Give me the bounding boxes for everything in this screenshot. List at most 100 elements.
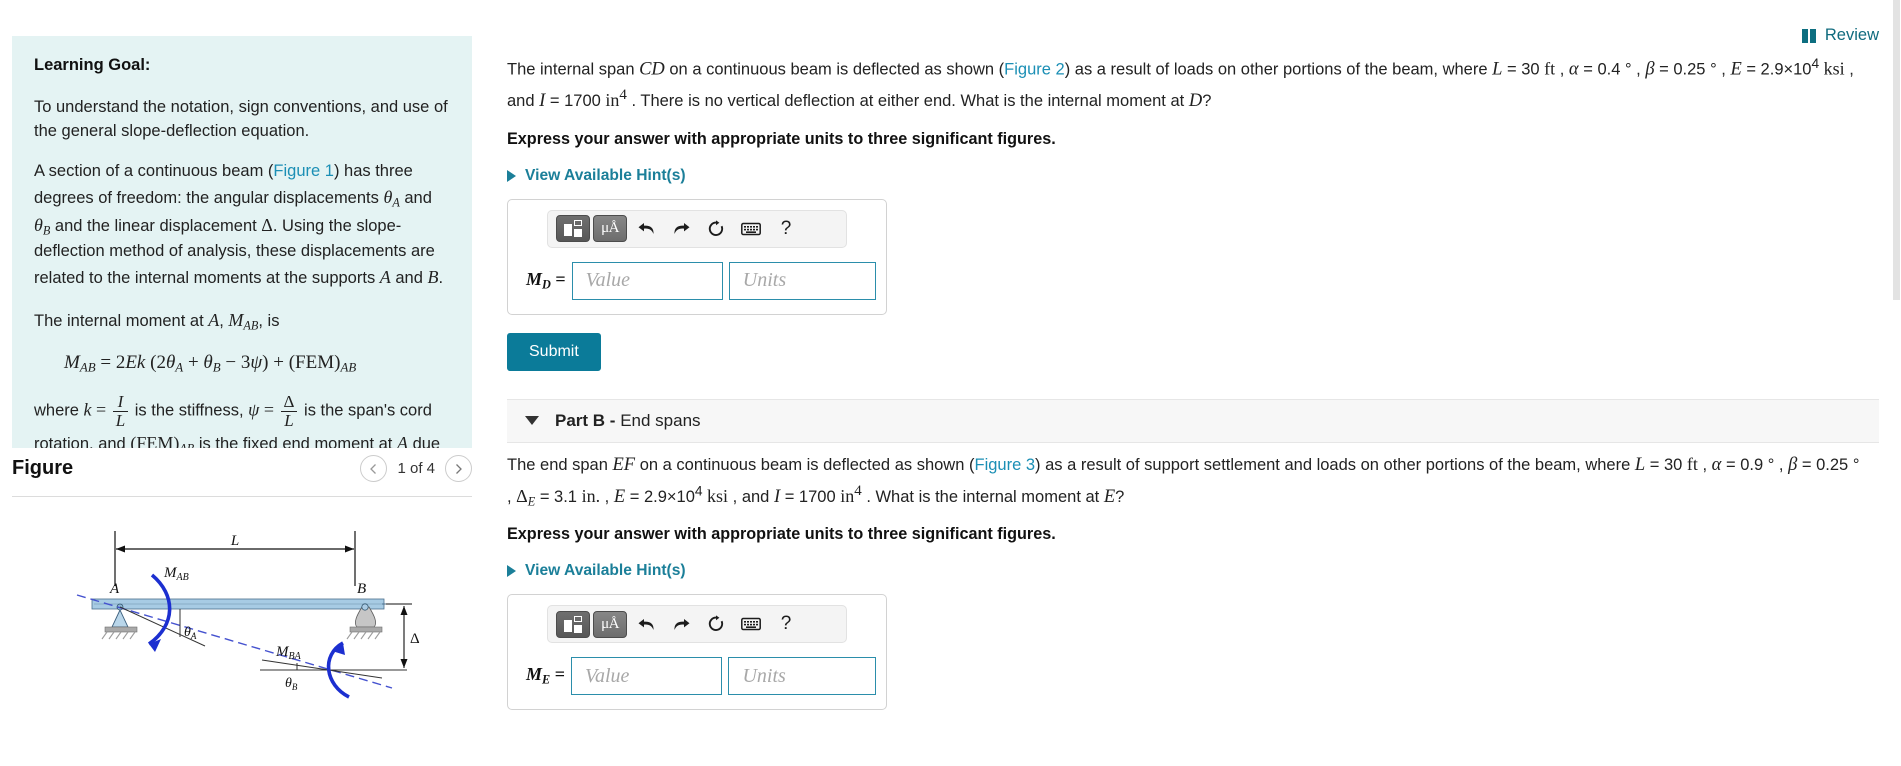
redo-icon[interactable] (665, 611, 697, 638)
figure-title: Figure (12, 457, 74, 479)
triangle-right-icon (507, 565, 516, 578)
figure-3-link[interactable]: Figure 3 (974, 456, 1035, 474)
learning-goal-paragraph-2: A section of a continuous beam (Figure 1… (34, 160, 450, 291)
text-frag: , (1631, 60, 1646, 79)
part-b-header[interactable]: Part B - End spans (507, 398, 1879, 443)
keyboard-icon[interactable] (735, 215, 767, 242)
text-frag: = 1700 (780, 487, 841, 506)
part-b-question-text: The end span EF on a continuous beam is … (507, 443, 1901, 511)
figure-next-button[interactable] (445, 455, 472, 482)
text-frag: is the stiffness, (130, 402, 249, 421)
part-b-hints-label: View Available Hint(s) (525, 562, 686, 580)
text-frag: ? (1202, 92, 1212, 111)
text-frag: A section of a continuous beam ( (34, 161, 274, 180)
svg-text:B: B (357, 581, 366, 597)
reset-icon[interactable] (700, 611, 732, 638)
figure-2-link[interactable]: Figure 2 (1004, 61, 1065, 79)
text-frag: , (507, 487, 517, 506)
figure-image-beam-diagram[interactable]: L A B θA θB MAB MBA Δ (12, 503, 472, 743)
reset-circular-arrow-icon (708, 615, 724, 632)
math-template-icon[interactable] (556, 610, 590, 638)
figure-block: Figure 1 of 4 L A B θA θB MAB MBA Δ (12, 455, 472, 743)
text-frag: The internal moment at (34, 311, 209, 330)
part-a-units-input[interactable]: Units (728, 261, 876, 300)
part-b-hints-toggle[interactable]: View Available Hint(s) (507, 562, 1901, 580)
text-frag: , (1555, 60, 1569, 79)
question-mark-glyph: ? (780, 613, 792, 635)
learning-goal-title: Learning Goal: (34, 56, 151, 74)
text-frag: The end span (507, 455, 613, 474)
text-frag: = 0.4 ° (1578, 60, 1632, 79)
part-a-value-input[interactable]: Value (571, 261, 723, 300)
help-question-icon[interactable]: ? (770, 611, 802, 638)
right-panel: Review The internal span CD on a continu… (481, 0, 1901, 766)
l-symbol: L (1634, 454, 1646, 475)
ft-unit: ft (1544, 58, 1556, 79)
redo-arrow-icon (673, 223, 689, 235)
review-link[interactable]: Review (501, 0, 1901, 45)
figure-1-link[interactable]: Figure 1 (273, 162, 334, 180)
point-a-symbol: A (208, 309, 220, 330)
text-frag: and (399, 188, 432, 207)
alpha-symbol: α (1711, 454, 1722, 475)
theta-b-symbol: θB (34, 214, 51, 238)
part-b-value-input[interactable]: Value (570, 657, 723, 696)
text-frag: The internal span (507, 60, 640, 79)
greek-units-icon[interactable]: μÅ (593, 610, 627, 638)
svg-text:A: A (109, 581, 120, 597)
figure-counter: 1 of 4 (397, 460, 435, 477)
part-a-hints-label: View Available Hint(s) (525, 166, 686, 184)
figure-prev-button[interactable] (360, 455, 388, 482)
in-unit: in4 (605, 87, 627, 111)
part-a-field-row: MD = Value Units (518, 261, 876, 300)
delta-e-symbol: ΔE (516, 485, 536, 508)
part-a-submit-button[interactable]: Submit (507, 332, 601, 371)
page-scroll-thumb[interactable] (1893, 0, 1900, 300)
point-a-symbol: A (396, 433, 408, 448)
point-a-symbol: A (379, 266, 391, 287)
page-scrollbar[interactable] (1892, 0, 1901, 766)
fraction-i-over-l: IL (112, 393, 129, 430)
ft-unit: ft (1686, 453, 1698, 474)
triangle-right-icon (507, 169, 516, 182)
k-symbol: k (83, 400, 92, 421)
text-frag: , and (728, 487, 774, 506)
e-modulus-symbol: E (1730, 59, 1742, 80)
slope-deflection-equation-1: MAB = 2Ek (2θA + θB − 3ψ) + (FEM)AB (64, 352, 357, 375)
greek-units-icon[interactable]: μÅ (593, 215, 627, 243)
undo-icon[interactable] (630, 611, 662, 638)
psi-symbol: ψ (248, 400, 260, 421)
equals-sign: = (259, 400, 279, 421)
alpha-symbol: α (1568, 59, 1579, 80)
text-frag: ) as a result of support settlement and … (1035, 455, 1635, 474)
mu-angstrom-glyph: μÅ (601, 220, 619, 237)
text-frag: = 2.9×10 (625, 487, 695, 506)
part-a-math-toolbar: μÅ ? (547, 209, 847, 248)
template-tiles-icon (563, 220, 583, 238)
point-b-symbol: B (427, 266, 439, 287)
part-a-express-note: Express your answer with appropriate uni… (507, 129, 1056, 148)
keyboard-icon[interactable] (735, 611, 767, 638)
template-tiles-icon (563, 615, 583, 633)
part-b-answer-box: μÅ ? ME = Value Units (507, 594, 887, 711)
review-label: Review (1824, 26, 1879, 44)
triangle-down-icon[interactable] (525, 416, 539, 426)
part-b-units-input[interactable]: Units (728, 657, 876, 696)
e-exponent: 4 (694, 483, 703, 499)
reset-icon[interactable] (700, 215, 732, 242)
ksi-unit: ksi (707, 485, 729, 506)
equals-sign: = (91, 400, 111, 421)
beta-symbol: β (1788, 454, 1798, 475)
redo-icon[interactable] (665, 215, 697, 242)
undo-icon[interactable] (630, 215, 662, 242)
text-frag: = 3.1 (535, 487, 582, 506)
math-template-icon[interactable] (556, 215, 590, 243)
span-ef-symbol: EF (612, 454, 636, 475)
text-frag: , (1774, 455, 1789, 474)
theta-a-symbol: θA (383, 186, 400, 210)
part-b-title: Part B - End spans (555, 410, 701, 430)
learning-goal-paragraph-3: The internal moment at A, MAB, is (34, 307, 450, 335)
text-frag: ) as a result of loads on other portions… (1064, 60, 1493, 79)
help-question-icon[interactable]: ? (770, 215, 802, 242)
part-a-hints-toggle[interactable]: View Available Hint(s) (507, 167, 1901, 185)
